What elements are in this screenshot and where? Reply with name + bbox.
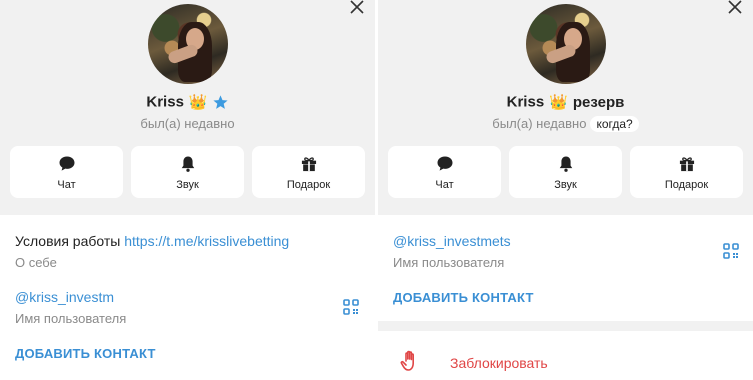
avatar[interactable]	[525, 4, 606, 84]
action-buttons: Чат Звук Подарок	[388, 146, 743, 198]
block-user-row[interactable]: Заблокировать	[378, 331, 753, 380]
last-seen-text: был(а) недавно	[492, 116, 587, 131]
close-icon[interactable]	[347, 0, 367, 16]
chat-icon	[437, 156, 452, 171]
profile-panel-left: Kriss 👑 был(а) недавно Чат Звук Подарок У…	[0, 0, 375, 380]
when-badge[interactable]: когда?	[590, 116, 639, 132]
avatar[interactable]	[147, 4, 228, 84]
profile-name-text: Kriss	[506, 93, 545, 111]
qr-code-icon[interactable]	[343, 299, 359, 315]
bell-icon	[181, 156, 194, 172]
last-seen-status: был(а) недавно когда?	[378, 116, 753, 132]
chat-button-label: Чат	[435, 178, 454, 191]
username-caption: Имя пользователя	[393, 255, 505, 270]
hand-stop-icon	[400, 350, 414, 371]
add-contact-button[interactable]: ДОБАВИТЬ КОНТАКТ	[393, 290, 534, 305]
sound-button[interactable]: Звук	[131, 146, 244, 198]
gift-button-label: Подарок	[664, 178, 709, 191]
chat-button-label: Чат	[57, 178, 76, 191]
last-seen-status: был(а) недавно	[140, 116, 235, 131]
action-buttons: Чат Звук Подарок	[10, 146, 365, 198]
chat-icon	[59, 156, 74, 171]
gift-icon	[679, 156, 694, 171]
bell-icon	[559, 156, 572, 172]
sound-button-label: Звук	[176, 178, 199, 191]
username-link[interactable]: @kriss_investm	[15, 289, 114, 305]
qr-code-icon[interactable]	[723, 243, 739, 259]
username-caption: Имя пользователя	[15, 311, 127, 326]
profile-name-text: Kriss	[146, 93, 184, 111]
gift-button-label: Подарок	[286, 178, 331, 191]
chat-button[interactable]: Чат	[10, 146, 123, 198]
crown-emoji: 👑	[549, 94, 568, 112]
profile-name: Kriss 👑	[0, 93, 375, 111]
chat-button[interactable]: Чат	[388, 146, 501, 198]
sound-button[interactable]: Звук	[509, 146, 622, 198]
close-icon[interactable]	[725, 0, 745, 16]
profile-name-suffix: резерв	[572, 93, 625, 111]
gift-icon	[301, 156, 316, 171]
bio-text: Условия работы https://t.me/krisslivebet…	[15, 233, 289, 249]
bio-link[interactable]: https://t.me/krisslivebetting	[124, 233, 289, 249]
username-link[interactable]: @kriss_investmets	[393, 233, 511, 249]
profile-info-card: Условия работы https://t.me/krisslivebet…	[0, 215, 375, 380]
block-user-label: Заблокировать	[450, 355, 548, 371]
gift-button[interactable]: Подарок	[630, 146, 743, 198]
bio-prefix: Условия работы	[15, 233, 125, 249]
profile-name: Kriss 👑 резерв	[378, 93, 753, 112]
star-icon[interactable]	[212, 94, 229, 111]
bio-caption: О себе	[15, 255, 57, 270]
crown-emoji: 👑	[188, 94, 208, 112]
add-contact-button[interactable]: ДОБАВИТЬ КОНТАКТ	[15, 346, 156, 361]
profile-info-card: @kriss_investmets Имя пользователя ДОБАВ…	[378, 215, 753, 321]
gift-button[interactable]: Подарок	[252, 146, 365, 198]
profile-panel-right: Kriss 👑 резерв был(а) недавно когда? Чат Зв…	[378, 0, 753, 380]
sound-button-label: Звук	[554, 178, 577, 191]
